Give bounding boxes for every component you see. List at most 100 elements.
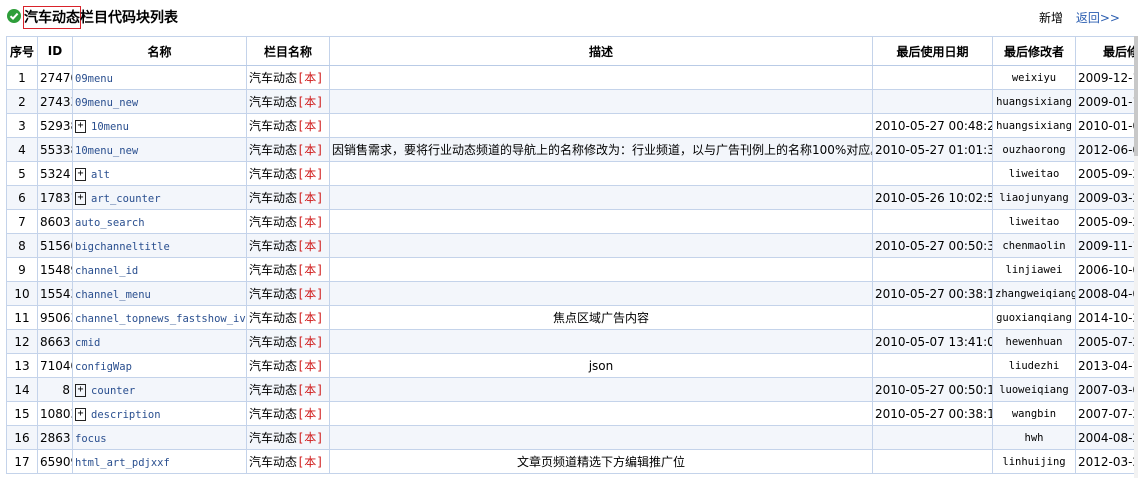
code-block-name-link[interactable]: configWap <box>75 361 132 373</box>
row-last-modifier: huangsixiang <box>992 89 1076 114</box>
row-last-used <box>872 257 993 282</box>
row-channel-cell: 汽车动态[本] <box>246 89 330 114</box>
table-row: 14 8 + counter 汽车动态[本] 2010-05-27 00:50:17 luo… <box>6 377 1134 402</box>
code-block-name-link[interactable]: channel_id <box>75 265 138 277</box>
row-last-used: 2010-05-07 13:41:01 <box>872 329 993 354</box>
add-new-link[interactable]: 新增 <box>1039 11 1063 25</box>
row-last-modified: 2009-01-1 <box>1075 89 1134 114</box>
code-block-name-link[interactable]: channel_topnews_fastshow_ivy <box>75 313 246 325</box>
own-channel-tag[interactable]: [本] <box>297 95 323 109</box>
own-channel-tag[interactable]: [本] <box>297 263 323 277</box>
row-id: 15489 <box>37 257 73 282</box>
table-row: 45533810menu_new汽车动态[本]因销售需求，要将行业动态频道的导航… <box>6 137 1134 162</box>
channel-name: 汽车动态 <box>249 359 298 373</box>
own-channel-tag[interactable]: [本] <box>297 311 323 325</box>
row-id: 8 <box>37 377 73 402</box>
row-description <box>329 65 873 90</box>
row-number: 9 <box>6 257 38 282</box>
expand-icon[interactable]: + <box>75 119 86 133</box>
column-header-name[interactable]: 名称 <box>72 36 247 66</box>
row-last-used <box>872 161 993 186</box>
row-channel-cell: 汽车动态[本] <box>246 209 330 234</box>
row-number: 15 <box>6 401 38 426</box>
column-header-last-modifier[interactable]: 最后修改者 <box>992 36 1076 66</box>
code-block-name-link[interactable]: 09menu_new <box>75 97 138 109</box>
code-block-name-link[interactable]: art_counter <box>91 193 161 205</box>
code-block-name-link[interactable]: description <box>91 409 161 421</box>
own-channel-tag[interactable]: [本] <box>297 239 323 253</box>
own-channel-tag[interactable]: [本] <box>297 287 323 301</box>
column-header-no[interactable]: 序号 <box>6 36 38 66</box>
row-description <box>329 185 873 210</box>
row-channel-cell: 汽车动态[本] <box>246 401 330 426</box>
back-link[interactable]: 返回>> <box>1076 11 1120 25</box>
row-description <box>329 329 873 354</box>
row-last-modifier: zhangweiqiang <box>992 281 1076 306</box>
channel-name: 汽车动态 <box>249 191 298 205</box>
expand-icon[interactable]: + <box>75 191 86 205</box>
column-header-channel[interactable]: 栏目名称 <box>246 36 330 66</box>
row-last-modifier: linhuijing <box>992 449 1076 474</box>
code-block-table-container: 序号 ID 名称 栏目名称 描述 最后使用日期 最后修改者 最后修 127470… <box>6 36 1134 478</box>
code-block-name-link[interactable]: 09menu <box>75 73 113 85</box>
code-block-name-link[interactable]: alt <box>91 169 110 181</box>
own-channel-tag[interactable]: [本] <box>297 407 323 421</box>
row-id: 15543 <box>37 281 73 306</box>
row-channel-cell: 汽车动态[本] <box>246 425 330 450</box>
code-block-name-link[interactable]: focus <box>75 433 107 445</box>
row-number: 12 <box>6 329 38 354</box>
row-name-cell: 09menu_new <box>72 89 247 114</box>
row-channel-cell: 汽车动态[本] <box>246 185 330 210</box>
own-channel-tag[interactable]: [本] <box>297 143 323 157</box>
code-block-name-link[interactable]: channel_menu <box>75 289 151 301</box>
row-channel-cell: 汽车动态[本] <box>246 65 330 90</box>
expand-icon[interactable]: + <box>75 407 86 421</box>
row-id: 27470 <box>37 65 73 90</box>
row-last-used <box>872 209 993 234</box>
page-title: 汽车动态栏目代码块列表 <box>23 6 178 29</box>
row-last-modifier: liweitao <box>992 161 1076 186</box>
own-channel-tag[interactable]: [本] <box>297 431 323 445</box>
row-last-modified: 2010-01-0 <box>1075 113 1134 138</box>
channel-name: 汽车动态 <box>249 287 298 301</box>
row-number: 7 <box>6 209 38 234</box>
row-description: json <box>329 353 873 378</box>
own-channel-tag[interactable]: [本] <box>297 335 323 349</box>
code-block-name-link[interactable]: bigchanneltitle <box>75 241 170 253</box>
expand-icon[interactable]: + <box>75 383 86 397</box>
column-header-last-used[interactable]: 最后使用日期 <box>872 36 993 66</box>
row-last-modified: 2012-03-2 <box>1075 449 1134 474</box>
row-name-cell: channel_id <box>72 257 247 282</box>
row-name-cell: channel_topnews_fastshow_ivy <box>72 305 247 330</box>
row-last-modified: 2005-07-2 <box>1075 329 1134 354</box>
row-last-used: 2010-05-27 00:48:23 <box>872 113 993 138</box>
column-header-id[interactable]: ID <box>37 36 73 66</box>
table-row: 352938+10menu汽车动态[本]2010-05-27 00:48:23h… <box>6 113 1134 138</box>
row-name-cell: + art_counter <box>72 185 247 210</box>
code-block-name-link[interactable]: cmid <box>75 337 100 349</box>
code-block-name-link[interactable]: auto_search <box>75 217 145 229</box>
row-last-modifier: linjiawei <box>992 257 1076 282</box>
own-channel-tag[interactable]: [本] <box>297 455 323 469</box>
column-header-description[interactable]: 描述 <box>329 36 873 66</box>
code-block-name-link[interactable]: html_art_pdjxxf <box>75 457 170 469</box>
code-block-name-link[interactable]: 10menu_new <box>75 145 138 157</box>
own-channel-tag[interactable]: [本] <box>297 71 323 85</box>
expand-icon[interactable]: + <box>75 167 86 181</box>
row-description <box>329 233 873 258</box>
own-channel-tag[interactable]: [本] <box>297 359 323 373</box>
vertical-scrollbar-thumb[interactable] <box>1134 36 1138 156</box>
own-channel-tag[interactable]: [本] <box>297 119 323 133</box>
own-channel-tag[interactable]: [本] <box>297 215 323 229</box>
own-channel-tag[interactable]: [本] <box>297 167 323 181</box>
own-channel-tag[interactable]: [本] <box>297 191 323 205</box>
table-row: 915489channel_id 汽车动态[本] linjiawei2006-10-… <box>6 257 1134 282</box>
channel-name: 汽车动态 <box>249 407 298 421</box>
column-header-last-modified[interactable]: 最后修 <box>1075 36 1134 66</box>
row-id: 55338 <box>37 137 73 162</box>
row-id: 8603 <box>37 209 73 234</box>
own-channel-tag[interactable]: [本] <box>297 383 323 397</box>
channel-name: 汽车动态 <box>249 119 298 133</box>
code-block-name-link[interactable]: 10menu <box>91 121 129 133</box>
code-block-name-link[interactable]: counter <box>91 385 135 397</box>
